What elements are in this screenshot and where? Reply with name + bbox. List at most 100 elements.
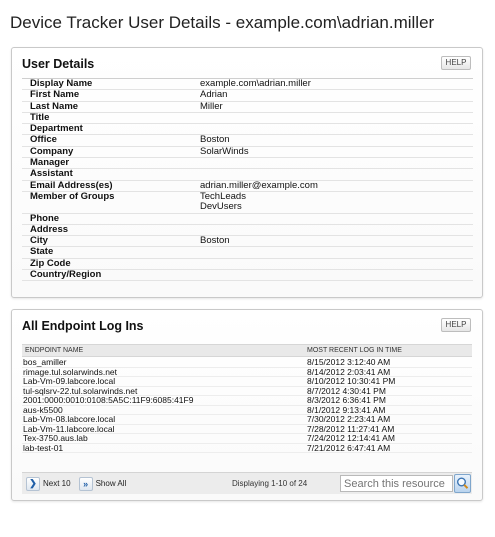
user-details-panel: User Details HELP Display Name example.co… (11, 47, 483, 298)
endpoint-name-cell[interactable]: Lab-Vm-09.labcore.local (22, 376, 307, 386)
user-details-help-button[interactable]: HELP (441, 56, 471, 70)
detail-value: DevUsers (200, 201, 242, 213)
login-time-cell: 7/30/2012 2:23:41 AM (307, 414, 391, 425)
login-time-cell: 8/14/2012 2:03:41 AM (307, 366, 391, 377)
detail-values (200, 225, 473, 235)
login-time-cell: 8/1/2012 9:13:41 AM (307, 404, 386, 415)
detail-row: Country/Region (22, 269, 473, 282)
detail-row: Address (22, 223, 473, 237)
show-all-button[interactable]: » Show All (78, 476, 126, 491)
detail-label: State (30, 246, 54, 258)
detail-label: Office (30, 134, 57, 146)
detail-row: State (22, 246, 473, 259)
detail-values: adrian.miller@example.com (200, 179, 473, 191)
detail-label: Company (30, 145, 74, 157)
login-time-cell: 7/24/2012 12:14:41 AM (307, 433, 395, 444)
detail-values (200, 259, 473, 269)
detail-row: Assistant (22, 168, 473, 181)
endpoint-name-cell[interactable]: lab-test-01 (22, 443, 307, 453)
detail-values (200, 169, 473, 179)
next-10-label: Next 10 (43, 479, 71, 488)
chevron-right-icon: ❯ (26, 476, 40, 491)
detail-label: Email Address(es) (30, 179, 113, 191)
endpoint-name-cell[interactable]: 2001:0000:0010:0108:5A5C:11F9:6085:41F9 (22, 395, 307, 405)
search-button[interactable] (454, 474, 471, 493)
detail-label: Last Name (30, 100, 79, 112)
table-row[interactable]: lab-test-01 7/21/2012 6:47:41 AM (22, 442, 472, 453)
detail-value (200, 158, 473, 168)
detail-label: Address (30, 223, 69, 235)
login-time-cell: 8/7/2012 4:30:41 PM (307, 385, 386, 396)
column-header-login-time[interactable]: MOST RECENT LOG IN TIME (307, 347, 402, 354)
login-time-cell: 7/28/2012 11:27:41 AM (307, 423, 395, 434)
pager-bar: ❯ Next 10 » Show All Displaying 1-10 of … (22, 472, 472, 494)
detail-label: Assistant (30, 168, 73, 180)
detail-value (200, 225, 473, 235)
detail-value: Boston (200, 235, 230, 247)
detail-value: Boston (200, 134, 230, 146)
double-chevron-right-icon: » (78, 476, 93, 491)
user-details-title: User Details (22, 57, 95, 71)
detail-values: example.com\adrian.miller (200, 78, 473, 89)
detail-values (200, 214, 473, 224)
detail-value (200, 270, 473, 280)
search-input[interactable] (340, 475, 453, 492)
detail-value (200, 214, 473, 224)
detail-values: Boston (200, 235, 473, 247)
detail-row: Manager (22, 157, 473, 170)
detail-values (200, 124, 473, 134)
detail-row: Department (22, 123, 473, 136)
endpoint-logins-panel: All Endpoint Log Ins HELP ENDPOINT NAME … (11, 309, 483, 501)
pager-info: Displaying 1-10 of 24 (232, 479, 308, 488)
user-details-table: Display Name example.com\adrian.miller Fir… (22, 78, 473, 282)
detail-label: Department (30, 123, 83, 135)
detail-value: example.com\adrian.miller (200, 78, 311, 89)
detail-value (200, 124, 473, 134)
detail-row: Display Name example.com\adrian.miller (22, 78, 473, 91)
detail-row: City Boston (22, 235, 473, 248)
detail-row: Last Name Miller (22, 100, 473, 113)
detail-values: TechLeads DevUsers (200, 191, 473, 213)
detail-label: Zip Code (30, 257, 71, 269)
detail-row: Phone (22, 212, 473, 225)
endpoint-name-cell[interactable]: tul-sqlsrv-22.tul.solarwinds.net (22, 386, 307, 396)
detail-label: City (30, 235, 48, 247)
endpoint-table-header: ENDPOINT NAME MOST RECENT LOG IN TIME (22, 344, 472, 357)
detail-row: First Name Adrian (22, 89, 473, 102)
endpoint-name-cell[interactable]: Tex-3750.aus.lab (22, 433, 307, 443)
endpoint-table-body: bos_amiller 8/15/2012 3:12:40 AM rimage.tu… (22, 357, 472, 453)
detail-value: Miller (200, 100, 223, 112)
detail-label: Member of Groups (30, 190, 115, 202)
detail-value: adrian.miller@example.com (200, 179, 318, 191)
page-title: Device Tracker User Details - example.co… (10, 13, 435, 32)
detail-label: Phone (30, 212, 60, 224)
detail-value (200, 247, 473, 257)
detail-values: Miller (200, 100, 473, 112)
login-time-cell: 8/10/2012 10:30:41 PM (307, 376, 396, 387)
endpoint-name-cell[interactable]: bos_amiller (22, 357, 307, 367)
detail-values: Adrian (200, 89, 473, 101)
next-10-button[interactable]: ❯ Next 10 (26, 476, 71, 491)
login-time-cell: 8/3/2012 6:36:41 PM (307, 395, 386, 406)
login-time-cell: 7/21/2012 6:47:41 AM (307, 442, 391, 453)
detail-row: Company SolarWinds (22, 145, 473, 159)
detail-values: SolarWinds (200, 145, 473, 157)
search-icon (457, 477, 469, 489)
detail-row: Title (22, 111, 473, 125)
endpoint-name-cell[interactable]: Lab-Vm-11.labcore.local (22, 424, 307, 434)
detail-value: SolarWinds (200, 145, 249, 157)
column-header-endpoint-name[interactable]: ENDPOINT NAME (22, 347, 307, 354)
detail-value (200, 113, 473, 123)
detail-label: Manager (30, 157, 70, 169)
detail-value: Adrian (200, 89, 228, 101)
endpoint-name-cell[interactable]: rimage.tul.solarwinds.net (22, 367, 307, 377)
detail-label: Title (30, 111, 50, 123)
detail-label: Country/Region (30, 269, 102, 281)
detail-value (200, 259, 473, 269)
login-time-cell: 8/15/2012 3:12:40 AM (307, 357, 391, 368)
endpoint-name-cell[interactable]: aus-k5500 (22, 405, 307, 415)
detail-value (200, 169, 473, 179)
endpoint-name-cell[interactable]: Lab-Vm-08.labcore.local (22, 414, 307, 424)
detail-row: Member of Groups TechLeads DevUsers (22, 190, 473, 214)
endpoint-logins-help-button[interactable]: HELP (441, 318, 471, 332)
